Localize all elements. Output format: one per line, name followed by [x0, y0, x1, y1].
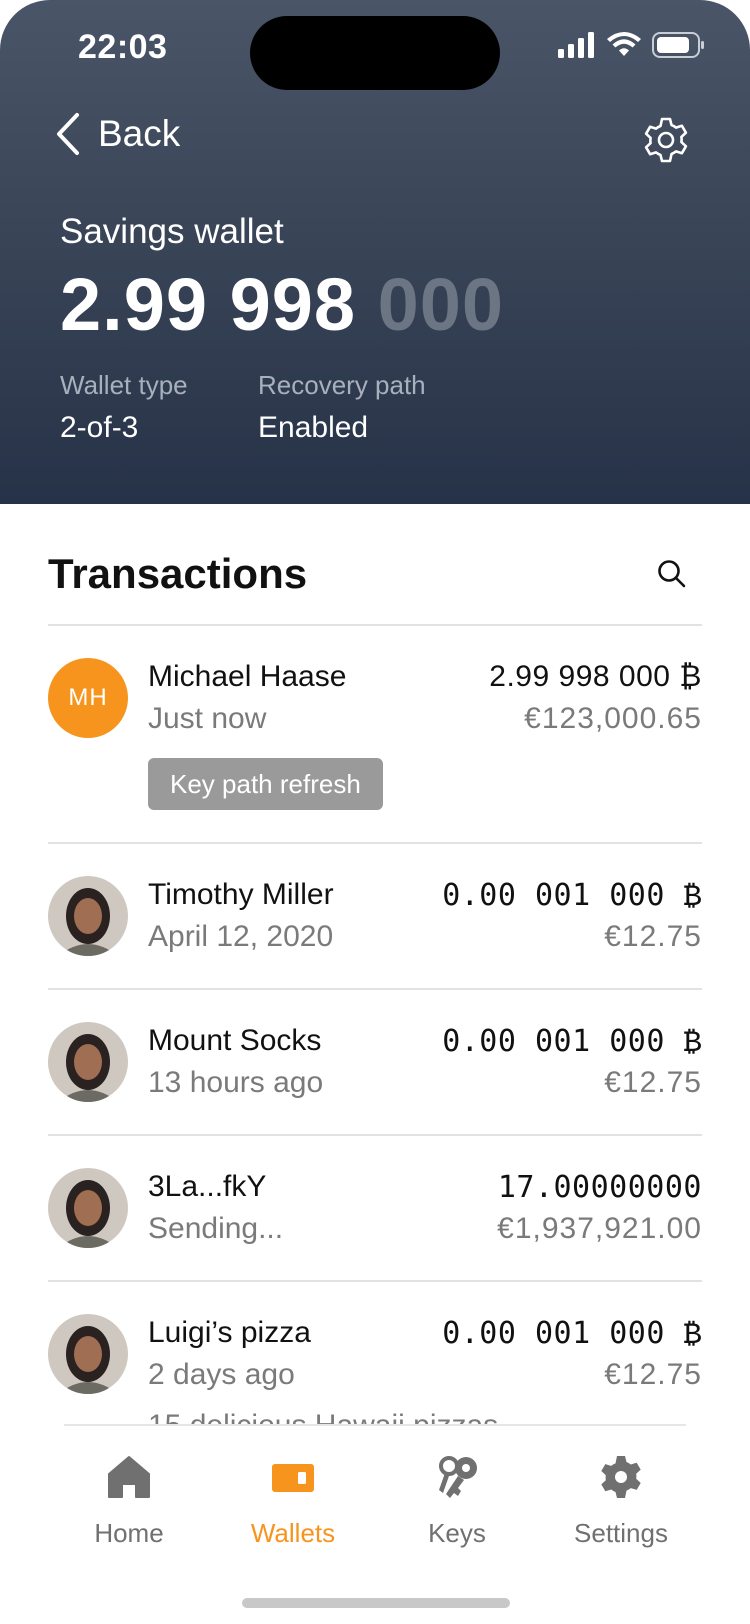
avatar — [48, 1022, 128, 1102]
avatar — [48, 876, 128, 956]
transaction-time: 13 hours ago — [148, 1066, 324, 1099]
tab-label: Keys — [428, 1518, 486, 1548]
home-icon — [108, 1456, 150, 1498]
keys-icon — [439, 1456, 477, 1498]
tab-label: Wallets — [250, 1518, 336, 1548]
person-photo-icon — [48, 1314, 128, 1394]
tab-label: Home — [94, 1518, 164, 1548]
transactions-title: Transactions — [48, 550, 308, 597]
tab-bar: Home Wallets Keys Settings — [0, 1424, 750, 1624]
wallet-header: 22:03 Back Savings wallet 2.99 998 000 W… — [0, 0, 750, 504]
gear-icon — [601, 1456, 641, 1498]
transaction-name: Timothy Miller — [148, 878, 334, 911]
transaction-time: 2 days ago — [148, 1358, 295, 1391]
tab-home[interactable]: Home — [54, 1454, 204, 1549]
wallet-type-label: Wallet type — [60, 370, 188, 400]
transaction-name: 3La...fkY — [148, 1170, 267, 1203]
status-icons — [558, 32, 706, 58]
divider — [48, 842, 702, 844]
person-photo-icon — [48, 1168, 128, 1248]
person-photo-icon — [48, 1022, 128, 1102]
transaction-amount: 17.00000000 — [497, 1170, 702, 1205]
transaction-time: Sending... — [148, 1212, 284, 1245]
transaction-amount: 0.00 001 000 ₿ — [442, 1024, 702, 1059]
divider — [48, 624, 702, 626]
wallet-icon — [272, 1464, 314, 1492]
tab-wallets[interactable]: Wallets — [218, 1454, 368, 1549]
transaction-fiat: €12.75 — [604, 1066, 702, 1099]
transaction-amount: 2.99 998 000 ₿ — [489, 660, 702, 693]
transaction-fiat: €1,937,921.00 — [497, 1212, 702, 1245]
tab-bar-divider — [64, 1424, 686, 1426]
wifi-icon — [607, 32, 641, 56]
key-path-refresh-button[interactable]: Key path refresh — [148, 758, 383, 810]
transaction-name: Luigi’s pizza — [148, 1316, 311, 1349]
transaction-amount: 0.00 001 000 ₿ — [442, 878, 702, 913]
tab-keys[interactable]: Keys — [382, 1454, 532, 1549]
transaction-time: Just now — [148, 702, 267, 735]
phone-screen: 22:03 Back Savings wallet 2.99 998 000 W… — [0, 0, 750, 1624]
avatar — [48, 1314, 128, 1394]
balance-dim-digits: 000 — [377, 263, 505, 346]
avatar — [48, 1168, 128, 1248]
tab-settings[interactable]: Settings — [546, 1454, 696, 1549]
back-button[interactable]: Back — [56, 112, 180, 156]
avatar: MH — [48, 658, 128, 738]
recovery-path-label: Recovery path — [258, 370, 426, 400]
wallet-type-value: 2-of-3 — [60, 411, 139, 444]
recovery-path: Recovery path Enabled — [258, 370, 426, 445]
battery-icon — [652, 32, 704, 58]
recovery-path-value: Enabled — [258, 411, 369, 444]
home-indicator[interactable] — [242, 1598, 510, 1608]
wallet-type: Wallet type 2-of-3 — [60, 370, 188, 445]
transaction-fiat: €12.75 — [604, 1358, 702, 1391]
transaction-time: April 12, 2020 — [148, 920, 334, 953]
search-icon[interactable] — [656, 558, 688, 590]
cellular-signal-icon — [558, 32, 594, 58]
wallet-name: Savings wallet — [60, 212, 284, 251]
transaction-row[interactable]: Timothy Miller April 12, 2020 0.00 001 0… — [48, 876, 702, 986]
divider — [48, 1134, 702, 1136]
back-label: Back — [98, 113, 181, 154]
dynamic-island — [250, 16, 500, 90]
transaction-row[interactable]: 3La...fkY Sending... 17.00000000 €1,937,… — [48, 1168, 702, 1278]
transaction-fiat: €12.75 — [604, 920, 702, 953]
transaction-name: Mount Socks — [148, 1024, 322, 1057]
transaction-row[interactable]: MH Michael Haase Just now 2.99 998 000 ₿… — [48, 658, 702, 818]
wallet-settings-gear-icon[interactable] — [642, 116, 690, 164]
transaction-amount: 0.00 001 000 ₿ — [442, 1316, 702, 1351]
divider — [48, 988, 702, 990]
person-photo-icon — [48, 876, 128, 956]
wallet-balance: 2.99 998 000 — [60, 262, 504, 347]
tab-label: Settings — [574, 1518, 668, 1548]
balance-main: 2.99 998 — [60, 263, 357, 346]
divider — [48, 1280, 702, 1282]
transaction-row[interactable]: Mount Socks 13 hours ago 0.00 001 000 ₿ … — [48, 1022, 702, 1132]
status-time: 22:03 — [78, 28, 168, 66]
transaction-name: Michael Haase — [148, 660, 347, 693]
transaction-fiat: €123,000.65 — [524, 702, 702, 735]
chevron-left-icon — [57, 113, 79, 155]
